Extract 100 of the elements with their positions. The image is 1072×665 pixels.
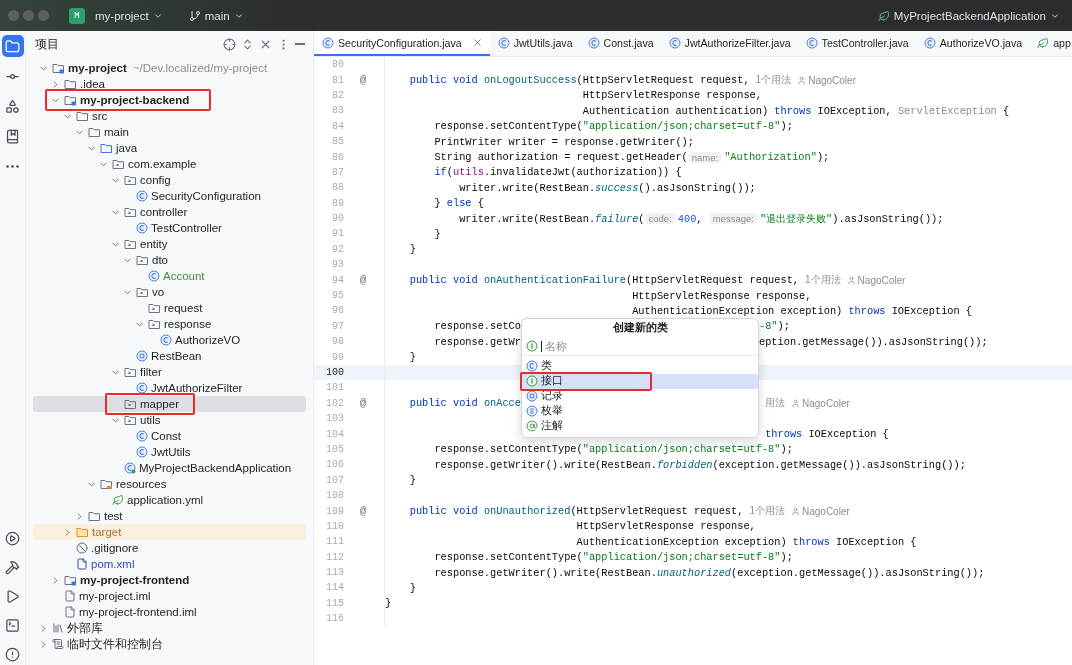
tree-item[interactable]: my-project-frontend.iml (33, 604, 306, 620)
code-text: response.setContentType("application/json;charset=utf-8"); (433, 443, 793, 456)
editor-tab[interactable]: Const.java (579, 31, 661, 56)
editor-tab[interactable]: app (1029, 31, 1072, 56)
code-text: public void onLogoutSuccess(HttpServletRequest request, (408, 74, 750, 87)
hammer-icon[interactable] (5, 560, 20, 575)
folder-path: ~/Dev.localized/my-project (132, 62, 268, 74)
line-number: 80 (331, 59, 344, 71)
code-text: -8"); (759, 320, 790, 333)
line-number: 112 (325, 551, 344, 563)
author-name[interactable]: NagoColer (802, 505, 850, 517)
expand-button[interactable] (241, 37, 254, 51)
code-text: eption.getMessage()).asJsonString()); (759, 335, 988, 348)
tree-item[interactable]: dto (33, 252, 306, 268)
tree-item[interactable]: Account (33, 268, 306, 284)
tree-item[interactable]: .idea (33, 76, 306, 92)
line-number: 94 (331, 274, 344, 286)
tree-item[interactable]: my-project-backend (45, 89, 212, 111)
tree-item[interactable]: SecurityConfiguration (33, 188, 306, 204)
tree-item[interactable]: test (33, 508, 306, 524)
usage-count[interactable]: 1个用法 (749, 504, 785, 518)
tool-window-button[interactable] (1, 35, 24, 57)
line-number: 87 (331, 166, 344, 178)
gutter-marker[interactable]: @ (360, 274, 367, 287)
tree-item[interactable]: request (33, 300, 306, 316)
line-number: 102 (325, 397, 344, 409)
tree-item[interactable]: controller (33, 204, 306, 220)
code-text: HttpServletResponse response, (631, 289, 812, 302)
gutter-marker[interactable]: @ (360, 397, 367, 410)
usage-count[interactable]: 用法 (765, 396, 785, 411)
close-window-button[interactable] (8, 10, 19, 21)
line-number: 95 (331, 290, 344, 302)
terminal-icon[interactable] (5, 618, 20, 633)
locate-button[interactable] (223, 37, 236, 51)
tree-item[interactable]: vo (33, 284, 306, 300)
editor-tab[interactable]: TestController.java (797, 31, 916, 56)
line-number: 115 (325, 597, 344, 609)
gutter-marker[interactable]: @ (360, 74, 367, 87)
close-icon[interactable] (471, 37, 483, 48)
tree-item[interactable]: java (33, 140, 306, 156)
tree-item[interactable]: filter (33, 364, 306, 380)
popup-item[interactable]: 接口 (522, 373, 758, 389)
tree-item[interactable]: com.example (33, 156, 306, 172)
play-circle-icon[interactable] (5, 531, 20, 546)
tree-item[interactable]: .gitignore (33, 540, 306, 556)
name-field[interactable]: 名称 (545, 340, 754, 353)
usage-count[interactable]: 1个用法 (755, 73, 792, 88)
run-icon[interactable] (5, 589, 20, 604)
line-number: 85 (331, 136, 344, 148)
tree-item[interactable]: JwtAuthorizeFilter (33, 380, 306, 396)
gutter-marker[interactable]: @ (360, 505, 367, 517)
tree-item[interactable]: src (33, 108, 306, 124)
tree-item[interactable]: target (33, 524, 306, 540)
code-text: if(utils.invalidateJwt(authorization)) { (433, 166, 682, 179)
author-name[interactable]: NagoColer (802, 397, 850, 409)
tree-item[interactable]: JwtUtils (33, 444, 306, 460)
editor-tab[interactable]: SecurityConfiguration.java (314, 31, 490, 56)
tree-item[interactable]: my-project-frontend (33, 572, 306, 588)
inlay-hint: message: (709, 213, 757, 225)
tree-item[interactable]: RestBean (33, 348, 306, 364)
author-name[interactable]: NagoColer (857, 274, 906, 286)
run-config-selector[interactable]: MyProjectBackendApplication (873, 7, 1064, 24)
tree-item[interactable]: utils (33, 412, 306, 428)
class-icon (805, 36, 818, 49)
project-switcher[interactable]: my-project (91, 7, 167, 24)
tree-item[interactable]: application.yml (33, 492, 306, 508)
line-number: 108 (325, 490, 344, 502)
tree-item[interactable]: entity (33, 236, 306, 252)
tree-item[interactable]: config (33, 172, 306, 188)
tree-item[interactable]: my-project ~/Dev.localized/my-project (33, 60, 306, 76)
tree-item[interactable]: response (33, 316, 306, 332)
folder-icon (88, 126, 101, 138)
branch-switcher[interactable]: main (184, 7, 248, 24)
file-icon (76, 558, 88, 570)
popup-item[interactable]: 枚举 (522, 403, 758, 419)
usage-count[interactable]: 1个用法 (805, 273, 841, 288)
class-icon (124, 462, 136, 474)
tree-item[interactable]: resources (33, 476, 306, 492)
minimize-window-button[interactable] (23, 10, 34, 21)
editor-tab[interactable]: JwtAuthorizeFilter.java (660, 31, 798, 56)
alert-icon[interactable] (5, 647, 20, 662)
popup-item[interactable]: 注解 (522, 418, 758, 434)
editor-tab[interactable]: AuthorizeVO.java (915, 31, 1030, 56)
tree-item[interactable]: pom.xml (33, 556, 306, 572)
popup-item[interactable]: 类 (522, 358, 758, 374)
tree-item[interactable]: main (33, 124, 306, 140)
tree-item[interactable]: my-project.iml (33, 588, 306, 604)
tree-item[interactable]: TestController (33, 220, 306, 236)
tree-item[interactable]: mapper (105, 393, 195, 415)
zoom-window-button[interactable] (38, 10, 49, 21)
tree-item[interactable]: 临时文件和控制台 (33, 636, 306, 652)
author-name[interactable]: NagoColer (808, 74, 856, 86)
tree-item[interactable]: AuthorizeVO (33, 332, 306, 348)
code-text: response.getWriter().write(RestBean.unauthorized(exception.getMessage()).asJsonString()); (433, 566, 985, 579)
tree-item[interactable]: 外部库 (33, 620, 306, 636)
code-text: AuthenticationException exception) throws IOException { (631, 304, 973, 317)
line-number: 97 (331, 320, 344, 332)
tree-item[interactable]: Const (33, 428, 306, 444)
editor-tab[interactable]: JwtUtils.java (489, 31, 580, 56)
tree-item[interactable]: MyProjectBackendApplication (33, 460, 306, 476)
